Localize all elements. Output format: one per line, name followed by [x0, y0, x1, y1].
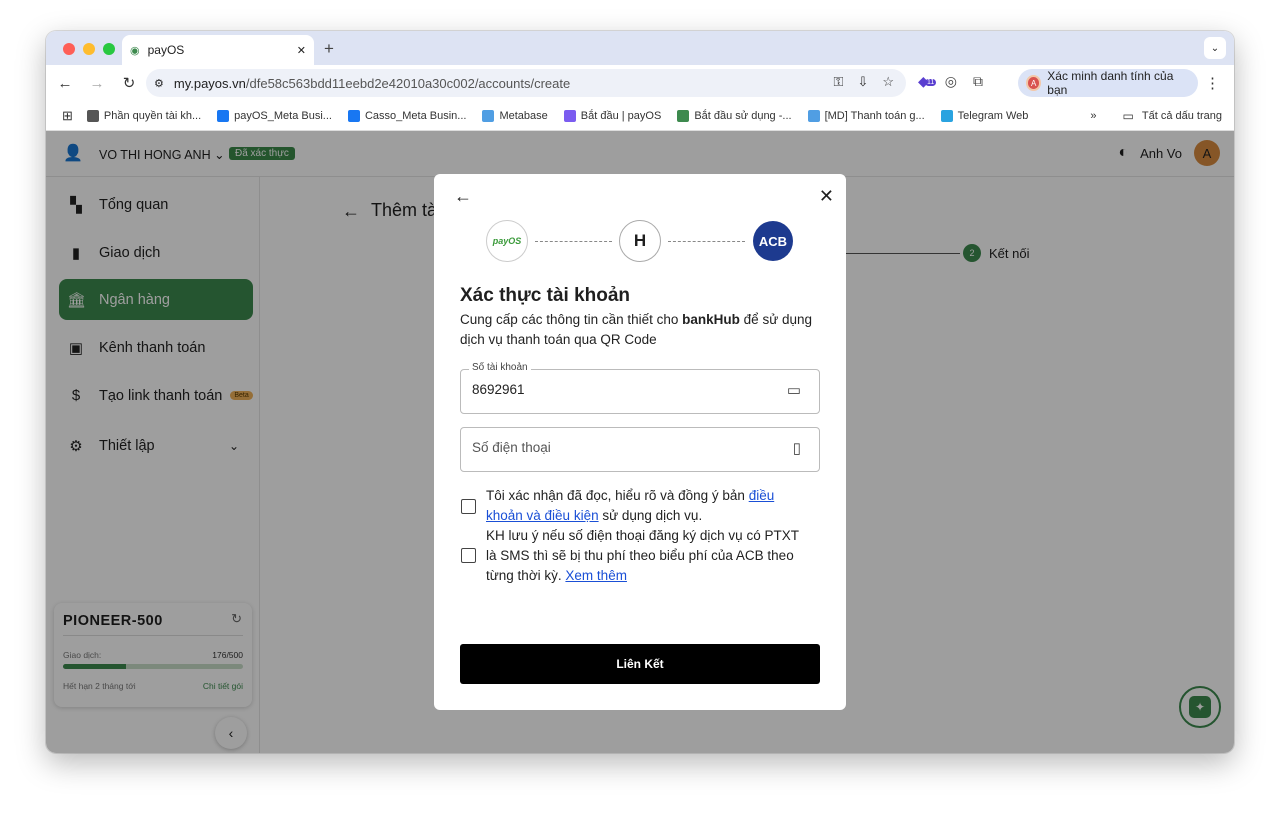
browser-menu-icon[interactable]: ⋮ — [1205, 74, 1220, 92]
bookmark-favicon-icon — [217, 109, 230, 122]
bookmark-favicon-icon — [86, 109, 99, 122]
new-tab-button[interactable]: + — [324, 39, 334, 59]
credit-card-icon: ▭ — [786, 382, 801, 399]
bookmark-item[interactable]: [MD] Thanh toán g... — [807, 109, 925, 122]
bookmark-label: Bắt đầu | payOS — [580, 109, 662, 122]
extensions-area: ◆ 11 ◎ ⧉ — [918, 73, 983, 90]
close-icon[interactable]: ✕ — [819, 186, 834, 207]
account-number-field[interactable]: Số tài khoản ▭ — [460, 362, 820, 414]
tab-search-button[interactable]: ⌄ — [1204, 37, 1226, 59]
phone-field[interactable]: ▯ — [460, 427, 820, 472]
payos-logo: payOS — [486, 220, 528, 262]
verify-account-modal: ← ✕ payOS H ACB Xác thực tài khoản Cung … — [434, 174, 846, 710]
modal-title: Xác thực tài khoản — [460, 285, 631, 306]
bookmark-favicon-icon — [482, 109, 495, 122]
bookmark-star-icon[interactable]: ☆ — [882, 74, 894, 90]
extension-badge-icon[interactable]: ◆ 11 — [918, 73, 937, 90]
modal-back-icon[interactable]: ← — [454, 186, 472, 207]
terms-text: Tôi xác nhận đã đọc, hiểu rõ và đồng ý b… — [486, 488, 775, 523]
bookmark-item[interactable]: Metabase — [482, 109, 548, 122]
apps-grid-icon[interactable]: ⊞ — [62, 108, 73, 124]
chevron-down-icon: ⌄ — [1210, 42, 1220, 54]
bookmarks-list: Phần quyền tài kh... payOS_Meta Busi... Ca… — [86, 109, 1044, 122]
address-bar[interactable]: ⚙ my.payos.vn/dfe58c563bdd11eebd2e42010a… — [146, 69, 906, 97]
sms-fee-text: KH lưu ý nếu số điện thoại đăng ký dịch … — [486, 528, 799, 583]
folder-icon: ▭ — [1122, 109, 1134, 123]
phone-input[interactable] — [472, 440, 762, 455]
account-number-input[interactable] — [472, 382, 762, 397]
bookmark-item[interactable]: Bắt đầu | payOS — [563, 109, 662, 122]
modal-description: Cung cấp các thông tin cần thiết cho ban… — [460, 312, 813, 347]
profile-avatar-icon: A — [1026, 75, 1042, 91]
terms-checkbox[interactable] — [461, 499, 476, 514]
extension-circle-icon[interactable]: ◎ — [945, 73, 957, 90]
bookmark-label: Phần quyền tài kh... — [103, 109, 202, 122]
bookmark-item[interactable]: Casso_Meta Busin... — [347, 109, 467, 122]
profile-button[interactable]: A Xác minh danh tính của bạn — [1018, 69, 1198, 97]
window-controls — [63, 43, 115, 55]
install-app-icon[interactable]: ⇩ — [857, 74, 868, 90]
maximize-window-button[interactable] — [103, 43, 115, 55]
bookmark-label: Casso_Meta Busin... — [364, 109, 467, 122]
minimize-window-button[interactable] — [83, 43, 95, 55]
site-info-icon[interactable]: ⚙ — [154, 77, 164, 90]
payos-page: 👤 VO THI HONG ANH ⌄ Đã xác thực ◐ Anh Vo… — [46, 131, 1234, 753]
bookmark-item[interactable]: Phần quyền tài kh... — [86, 109, 202, 122]
bookmark-item[interactable]: Telegram Web — [940, 109, 1029, 122]
acb-logo: ACB — [753, 221, 793, 261]
bankhub-logo: H — [619, 220, 661, 262]
bookmark-favicon-icon — [347, 109, 360, 122]
phone-icon: ▯ — [792, 440, 801, 457]
see-more-link[interactable]: Xem thêm — [565, 568, 627, 583]
password-key-icon[interactable]: ⚿ — [834, 74, 844, 90]
forward-button[interactable]: → — [84, 75, 110, 92]
payos-favicon-icon: ◉ — [130, 44, 140, 57]
all-bookmarks-link[interactable]: Tất cả dấu trang — [1142, 110, 1222, 122]
bookmark-favicon-icon — [563, 109, 576, 122]
tab-title: payOS — [147, 43, 185, 57]
bookmark-favicon-icon — [807, 109, 820, 122]
bookmark-item[interactable]: Bắt đầu sử dụng -... — [677, 109, 792, 122]
connector-line — [668, 241, 745, 242]
reload-button[interactable]: ↻ — [116, 74, 142, 92]
browser-tab[interactable]: ◉ payOS ✕ — [122, 35, 314, 65]
bookmark-item[interactable]: payOS_Meta Busi... — [217, 109, 332, 122]
sms-fee-checkbox[interactable] — [461, 548, 476, 563]
more-bookmarks-icon[interactable]: » — [1090, 110, 1096, 122]
browser-toolbar: ← → ↻ ⚙ my.payos.vn/dfe58c563bdd11eebd2e… — [46, 65, 1234, 101]
bookmark-favicon-icon — [940, 109, 953, 122]
extension-badge-count: 11 — [925, 79, 937, 86]
url-text: my.payos.vn/dfe58c563bdd11eebd2e42010a30… — [173, 75, 571, 91]
bookmark-label: [MD] Thanh toán g... — [824, 109, 925, 122]
close-tab-icon[interactable]: ✕ — [297, 44, 306, 57]
puzzle-icon[interactable]: ⧉ — [973, 73, 983, 90]
bookmark-label: Bắt đầu sử dụng -... — [694, 109, 792, 122]
bookmarks-bar: ⊞ Phần quyền tài kh... payOS_Meta Busi...… — [46, 101, 1234, 131]
bookmark-label: payOS_Meta Busi... — [234, 109, 332, 122]
close-window-button[interactable] — [63, 43, 75, 55]
back-button[interactable]: ← — [52, 75, 78, 92]
account-number-label: Số tài khoản — [469, 362, 531, 373]
bookmark-label: Telegram Web — [957, 109, 1029, 122]
tab-bar: ◉ payOS ✕ + ⌄ — [46, 31, 1234, 65]
connector-line — [535, 241, 612, 242]
bookmark-favicon-icon — [677, 109, 690, 122]
profile-label: Xác minh danh tính của bạn — [1047, 69, 1174, 97]
link-account-button[interactable]: Liên Kết — [460, 644, 820, 684]
browser-window: ◉ payOS ✕ + ⌄ ← → ↻ ⚙ my.payos.vn/dfe58c… — [46, 31, 1234, 753]
bookmark-label: Metabase — [499, 109, 548, 122]
